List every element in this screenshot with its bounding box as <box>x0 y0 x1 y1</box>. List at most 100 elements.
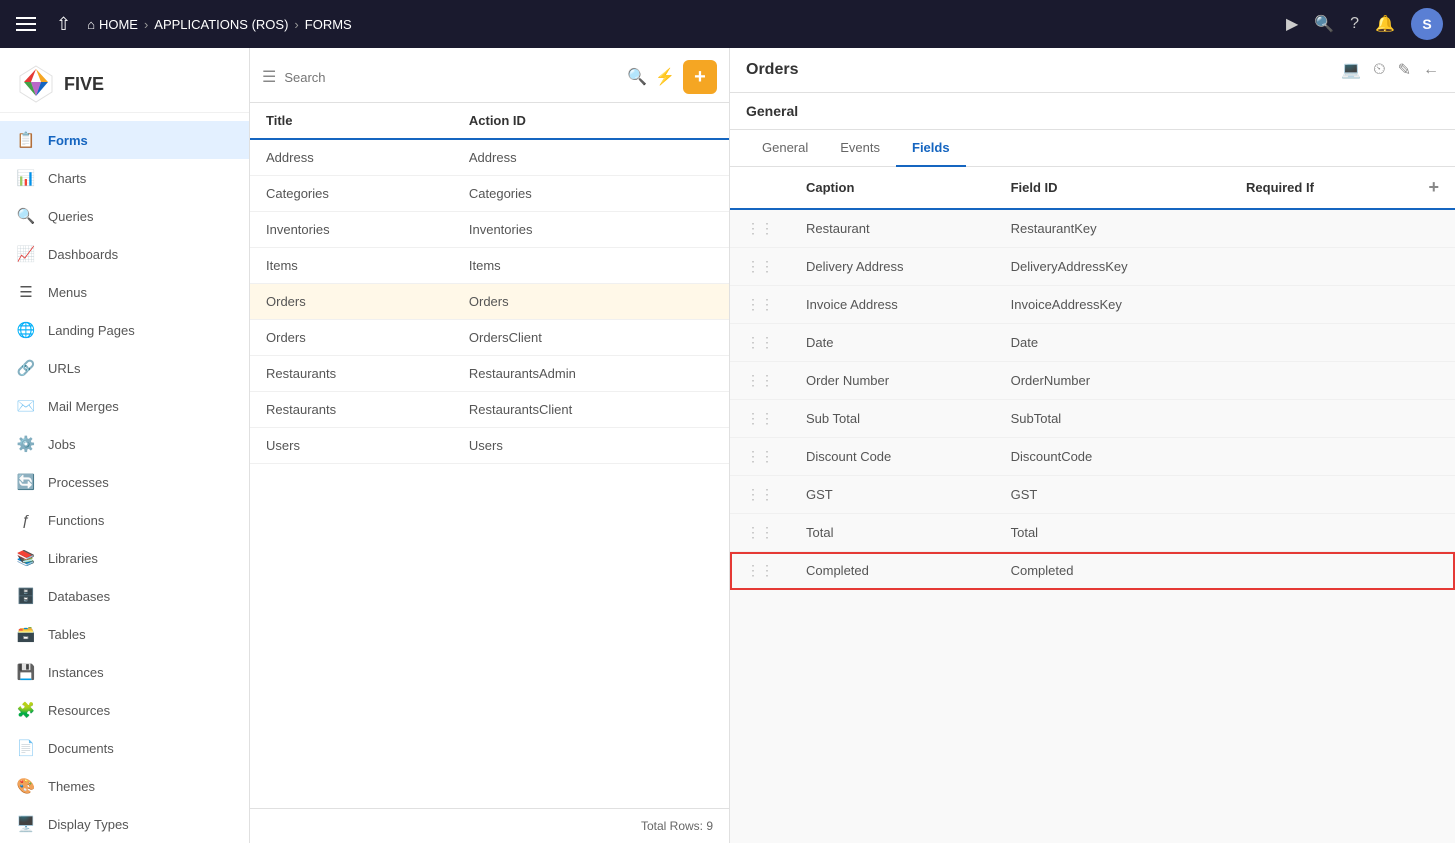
col-action-id: Action ID <box>453 103 729 139</box>
tab-general[interactable]: General <box>746 130 824 167</box>
drag-icon: ⋮⋮ <box>746 296 774 312</box>
play-icon[interactable]: ▶ <box>1286 14 1298 34</box>
forms-table: Title Action ID Address Address Categori… <box>250 103 729 808</box>
table-row[interactable]: ⋮⋮ Invoice Address InvoiceAddressKey <box>730 286 1455 324</box>
hamburger-menu[interactable] <box>12 13 40 35</box>
col-required-if: Required If <box>1230 167 1388 209</box>
search-input[interactable] <box>284 70 619 85</box>
table-row[interactable]: ⋮⋮ Completed Completed <box>730 552 1455 590</box>
table-row[interactable]: ⋮⋮ Discount Code DiscountCode <box>730 438 1455 476</box>
sidebar-item-dashboards[interactable]: 📈 Dashboards <box>0 235 249 273</box>
logo: FIVE <box>0 48 249 113</box>
sidebar-item-documents[interactable]: 📄 Documents <box>0 729 249 767</box>
table-row[interactable]: ⋮⋮ Order Number OrderNumber <box>730 362 1455 400</box>
sidebar-item-instances[interactable]: 💾 Instances <box>0 653 249 691</box>
sidebar-item-libraries[interactable]: 📚 Libraries <box>0 539 249 577</box>
table-row[interactable]: Orders OrdersClient <box>250 320 729 356</box>
sidebar-item-queries[interactable]: 🔍 Queries <box>0 197 249 235</box>
table-row[interactable]: ⋮⋮ Delivery Address DeliveryAddressKey <box>730 248 1455 286</box>
add-field-button[interactable]: + <box>1428 177 1439 197</box>
notifications-icon[interactable]: 🔔 <box>1375 14 1395 34</box>
menus-icon: ☰ <box>16 282 36 302</box>
detail-subtitle: General <box>746 103 798 119</box>
lightning-icon[interactable]: ⚡ <box>655 67 675 87</box>
table-row[interactable]: Restaurants RestaurantsAdmin <box>250 356 729 392</box>
field-required-if-cell <box>1230 400 1388 438</box>
table-row[interactable]: ⋮⋮ Date Date <box>730 324 1455 362</box>
table-row[interactable]: Orders Orders <box>250 284 729 320</box>
breadcrumb-sep2: › <box>294 17 298 32</box>
topnav-actions: ▶ 🔍 ? 🔔 S <box>1286 8 1443 40</box>
edit-icon[interactable]: ✎ <box>1398 60 1411 80</box>
home-icon[interactable]: ⌂ HOME <box>87 17 138 32</box>
col-caption: Caption <box>790 167 995 209</box>
forms-toolbar: ☰ 🔍 ⚡ + <box>250 48 729 103</box>
field-caption-cell: Sub Total <box>790 400 995 438</box>
table-row[interactable]: ⋮⋮ Restaurant RestaurantKey <box>730 209 1455 248</box>
tables-icon: 🗃️ <box>16 624 36 644</box>
sidebar-item-databases[interactable]: 🗄️ Databases <box>0 577 249 615</box>
table-row[interactable]: Items Items <box>250 248 729 284</box>
sidebar-item-resources[interactable]: 🧩 Resources <box>0 691 249 729</box>
breadcrumb-home[interactable]: HOME <box>99 17 138 32</box>
field-id-cell: DeliveryAddressKey <box>995 248 1230 286</box>
filter-icon[interactable]: ☰ <box>262 67 276 87</box>
drag-icon: ⋮⋮ <box>746 448 774 464</box>
sidebar-item-forms[interactable]: 📋 Forms <box>0 121 249 159</box>
table-row[interactable]: ⋮⋮ Total Total <box>730 514 1455 552</box>
sidebar-item-charts[interactable]: 📊 Charts <box>0 159 249 197</box>
field-required-if-cell <box>1230 286 1388 324</box>
table-row[interactable]: ⋮⋮ Sub Total SubTotal <box>730 400 1455 438</box>
table-row[interactable]: Categories Categories <box>250 176 729 212</box>
sidebar-item-processes[interactable]: 🔄 Processes <box>0 463 249 501</box>
mail-merges-icon: ✉️ <box>16 396 36 416</box>
col-title: Title <box>250 103 453 139</box>
table-row[interactable]: Address Address <box>250 139 729 176</box>
nav-up-button[interactable]: ⇧ <box>48 10 79 39</box>
fields-table-header: Caption Field ID Required If + <box>730 167 1455 209</box>
sidebar-item-landing-pages[interactable]: 🌐 Landing Pages <box>0 311 249 349</box>
add-form-button[interactable]: + <box>683 60 717 94</box>
table-row[interactable]: Inventories Inventories <box>250 212 729 248</box>
table-row[interactable]: Restaurants RestaurantsClient <box>250 392 729 428</box>
field-action-cell <box>1388 476 1455 514</box>
field-caption-cell: Total <box>790 514 995 552</box>
field-required-if-cell <box>1230 248 1388 286</box>
search-icon[interactable]: 🔍 <box>627 67 647 87</box>
history-icon[interactable]: ⏲ <box>1373 61 1385 79</box>
sidebar-item-themes[interactable]: 🎨 Themes <box>0 767 249 805</box>
col-add[interactable]: + <box>1388 167 1455 209</box>
landing-pages-label: Landing Pages <box>48 323 135 338</box>
form-action-id-cell: Orders <box>453 284 729 320</box>
sidebar-item-urls[interactable]: 🔗 URLs <box>0 349 249 387</box>
help-icon[interactable]: ? <box>1350 15 1359 33</box>
sidebar-item-menus[interactable]: ☰ Menus <box>0 273 249 311</box>
form-title-cell: Orders <box>250 320 453 356</box>
breadcrumb-applications[interactable]: APPLICATIONS (ROS) <box>154 17 288 32</box>
databases-label: Databases <box>48 589 110 604</box>
tables-label: Tables <box>48 627 86 642</box>
tab-events[interactable]: Events <box>824 130 896 167</box>
form-title-cell: Users <box>250 428 453 464</box>
tab-fields[interactable]: Fields <box>896 130 966 167</box>
sidebar-item-tables[interactable]: 🗃️ Tables <box>0 615 249 653</box>
back-icon[interactable]: ← <box>1423 61 1439 79</box>
monitor-icon[interactable]: 💻 <box>1341 60 1361 80</box>
libraries-label: Libraries <box>48 551 98 566</box>
table-row[interactable]: ⋮⋮ GST GST <box>730 476 1455 514</box>
field-caption-cell: GST <box>790 476 995 514</box>
detail-title: Orders <box>746 61 798 79</box>
queries-icon: 🔍 <box>16 206 36 226</box>
search-nav-icon[interactable]: 🔍 <box>1314 14 1334 34</box>
forms-panel: ☰ 🔍 ⚡ + Title Action ID Address Address … <box>250 48 730 843</box>
avatar[interactable]: S <box>1411 8 1443 40</box>
sidebar-item-display-types[interactable]: 🖥️ Display Types <box>0 805 249 843</box>
breadcrumb-forms[interactable]: FORMS <box>305 17 352 32</box>
sidebar-item-jobs[interactable]: ⚙️ Jobs <box>0 425 249 463</box>
sidebar-item-mail-merges[interactable]: ✉️ Mail Merges <box>0 387 249 425</box>
table-row[interactable]: Users Users <box>250 428 729 464</box>
total-rows-label: Total Rows: 9 <box>641 819 713 833</box>
sidebar-item-functions[interactable]: ƒ Functions <box>0 501 249 539</box>
form-action-id-cell: Users <box>453 428 729 464</box>
libraries-icon: 📚 <box>16 548 36 568</box>
